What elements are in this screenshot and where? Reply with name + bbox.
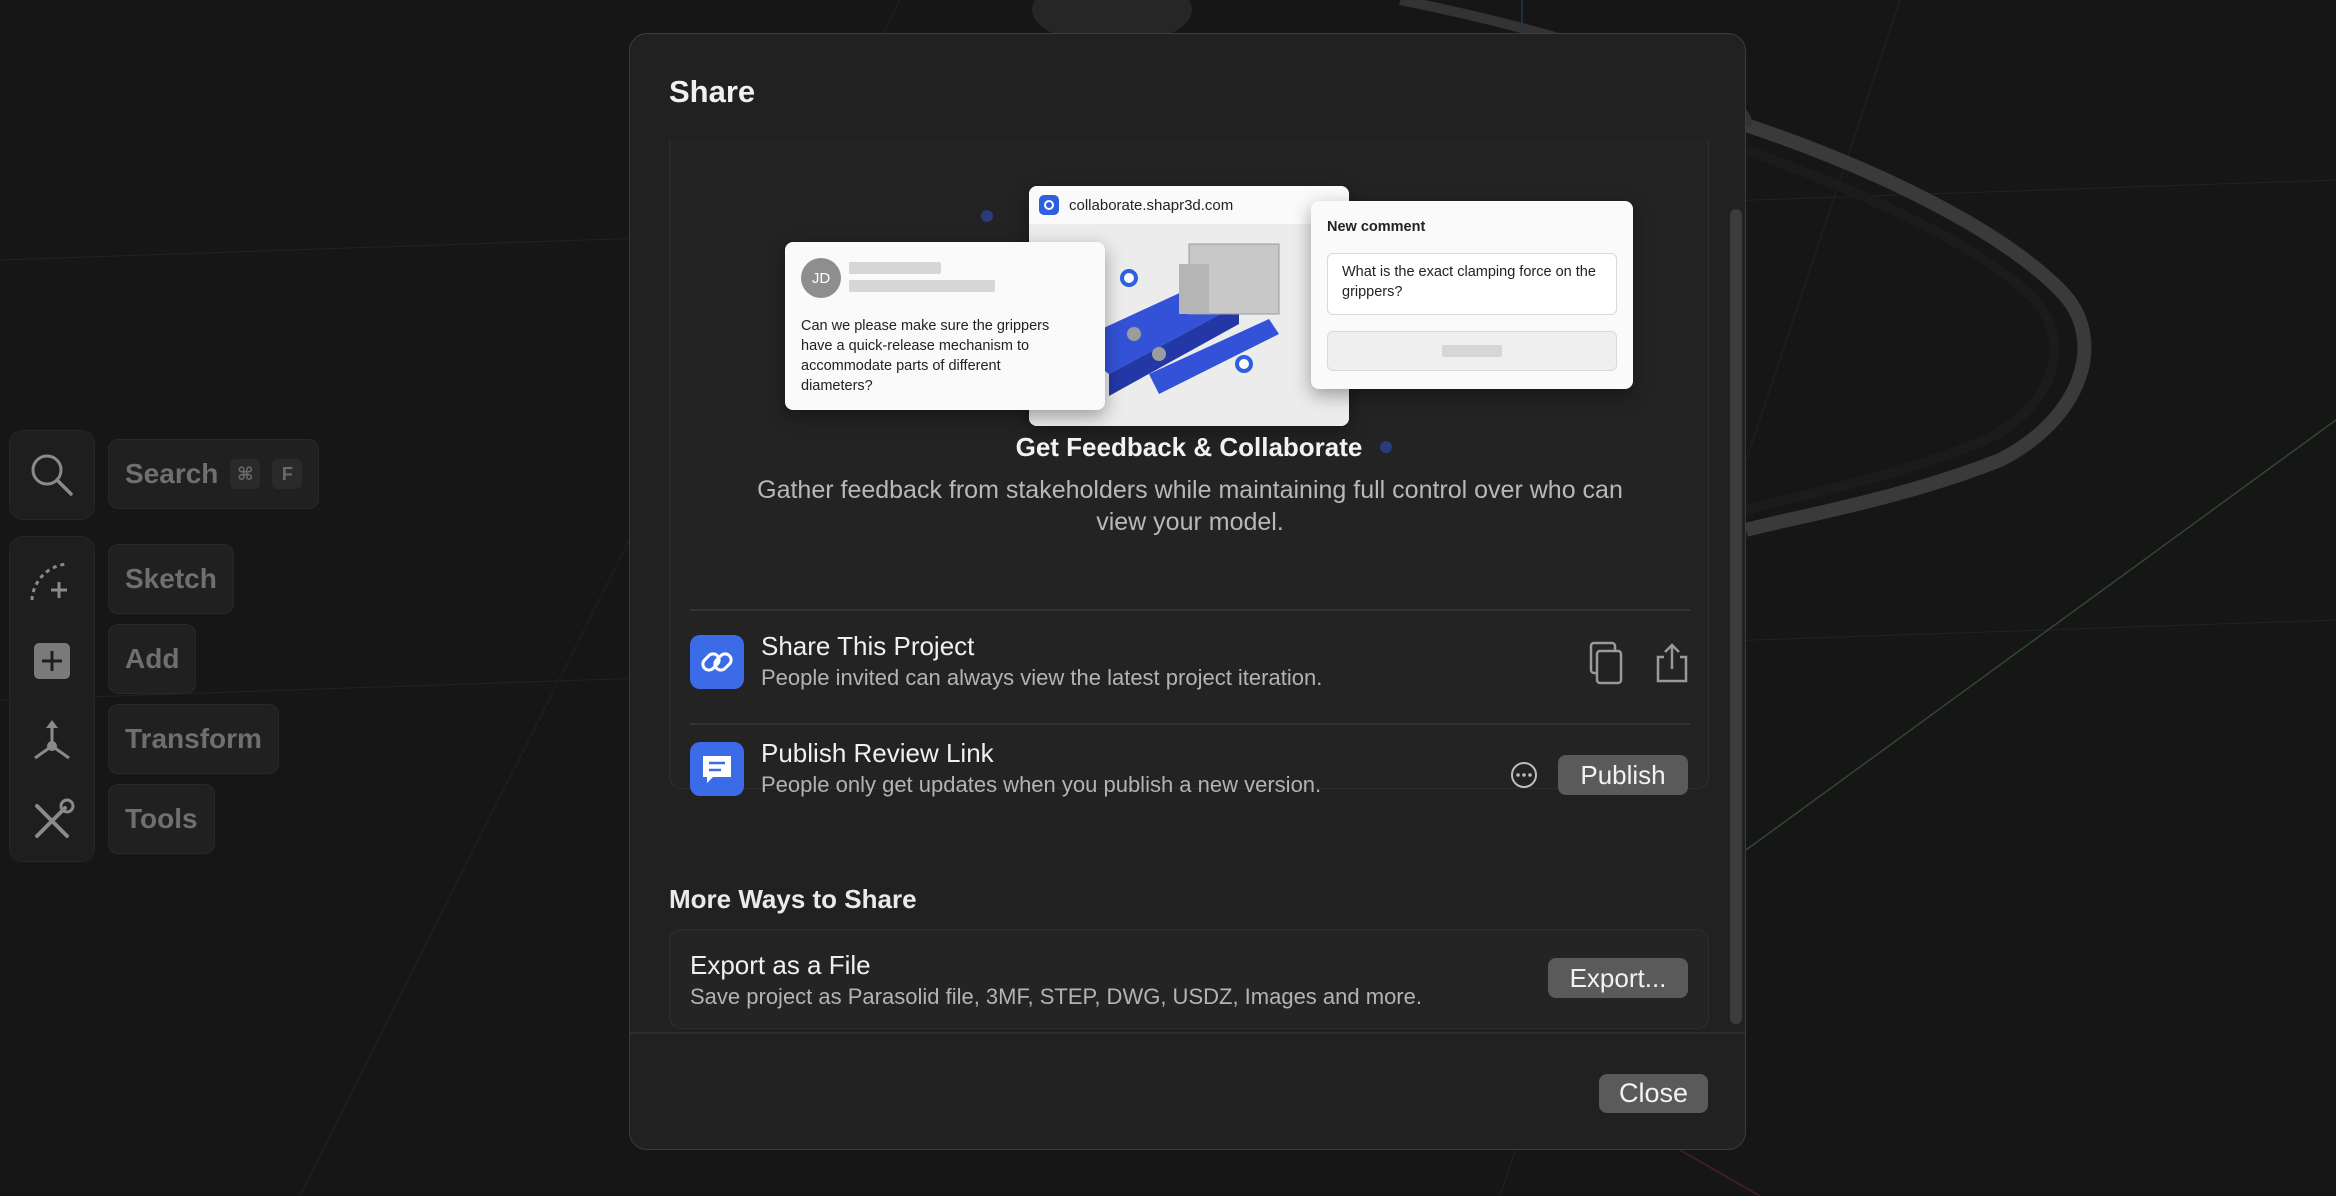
share-sheet-button[interactable] [1650, 641, 1694, 685]
search-label-text: Search [125, 458, 219, 489]
export-card: Export as a File Save project as Parasol… [669, 929, 1709, 1029]
copy-icon [1589, 641, 1623, 685]
browser-bar: collaborate.shapr3d.com [1029, 186, 1349, 224]
collaborate-card: collaborate.shapr3d.com JD Can we please… [669, 139, 1710, 797]
chat-preview-card: JD Can we please make sure the grippers … [785, 242, 1105, 410]
dialog-title: Share [669, 74, 756, 109]
tools-tool-button[interactable] [10, 781, 94, 861]
share-project-description: People invited can always view the lates… [761, 665, 1323, 690]
divider [690, 723, 1690, 725]
publish-review-row: Publish Review Link People only get upda… [690, 730, 1690, 810]
transform-tool-button[interactable] [10, 701, 94, 781]
more-ways-heading: More Ways to Share [669, 884, 917, 914]
search-tool-group [9, 430, 95, 520]
subtitle-placeholder [849, 280, 995, 292]
share-project-title: Share This Project [761, 631, 975, 661]
name-placeholder [849, 262, 941, 274]
wrench-screwdriver-icon [35, 798, 75, 838]
add-label[interactable]: Add [108, 624, 197, 694]
divider [690, 609, 1690, 611]
browser-url: collaborate.shapr3d.com [1069, 196, 1234, 214]
collaborate-description: Gather feedback from stakeholders while … [757, 476, 1623, 536]
search-tool-button[interactable] [10, 435, 94, 515]
copy-link-button[interactable] [1583, 641, 1627, 685]
sketch-icon [30, 562, 68, 601]
more-options-button[interactable] [1502, 753, 1546, 797]
link-icon [690, 635, 744, 689]
close-button[interactable]: Close [1599, 1074, 1708, 1113]
comment-submit-placeholder [1327, 331, 1617, 371]
shortcut-cmd-key: ⌘ [230, 459, 261, 489]
dialog-scroll-area[interactable]: collaborate.shapr3d.com JD Can we please… [669, 139, 1710, 1029]
scrollbar-thumb[interactable] [1730, 209, 1742, 1024]
footer-divider [630, 1032, 1745, 1034]
tools-group [9, 536, 95, 862]
share-icon [1656, 643, 1688, 683]
share-project-row: Share This Project People invited can al… [690, 623, 1690, 703]
shortcut-f-key: F [272, 459, 303, 489]
export-title: Export as a File [690, 950, 871, 980]
collaborate-title: Get Feedback & Collaborate [1015, 432, 1363, 462]
collaborate-illustration: collaborate.shapr3d.com JD Can we please… [670, 139, 1710, 459]
chat-message: Can we please make sure the grippers hav… [801, 318, 1050, 394]
publish-review-title: Publish Review Link [761, 738, 994, 768]
share-dialog: Share collaborate.shapr3d.com JD Can we … [629, 33, 1746, 1150]
transform-icon [34, 720, 70, 760]
comment-icon [690, 742, 744, 796]
publish-button[interactable]: Publish [1558, 755, 1688, 795]
plus-box-icon [34, 643, 70, 679]
comment-text-box: What is the exact clamping force on the … [1327, 253, 1617, 315]
search-icon [31, 454, 73, 496]
publish-review-description: People only get updates when you publish… [761, 772, 1322, 797]
tools-label[interactable]: Tools [108, 784, 215, 854]
avatar: JD [801, 258, 841, 298]
shapr3d-logo-icon [1039, 195, 1059, 215]
search-label[interactable]: Search ⌘ F [108, 439, 320, 509]
sketch-tool-button[interactable] [10, 541, 94, 621]
transform-label[interactable]: Transform [108, 704, 279, 774]
add-tool-button[interactable] [10, 621, 94, 701]
export-button[interactable]: Export... [1548, 958, 1688, 998]
comment-title: New comment [1327, 219, 1426, 235]
sketch-label[interactable]: Sketch [108, 544, 234, 614]
export-description: Save project as Parasolid file, 3MF, STE… [690, 984, 1422, 1009]
more-options-icon [1511, 762, 1537, 788]
comment-preview-card: New comment What is the exact clamping f… [1311, 201, 1633, 389]
